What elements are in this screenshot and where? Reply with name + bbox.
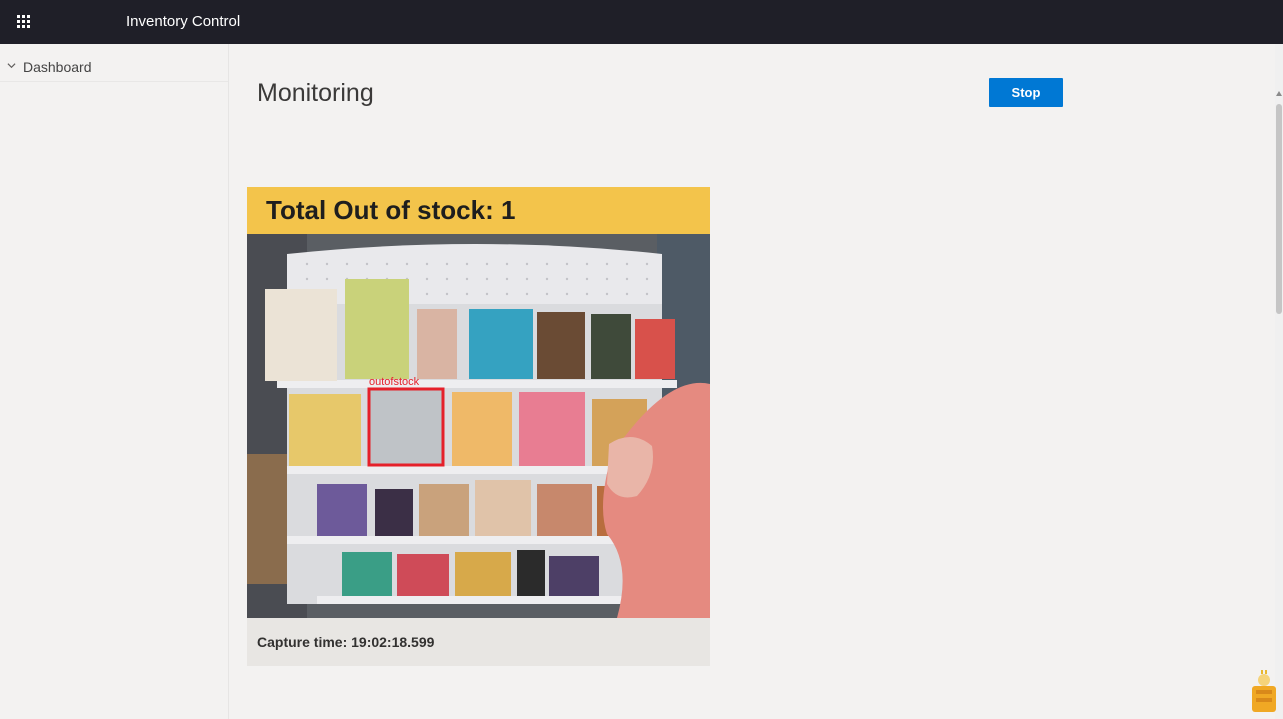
scrollbar-thumb[interactable] xyxy=(1276,104,1282,314)
out-of-stock-count: Total Out of stock: 1 xyxy=(266,195,516,225)
top-bar: Inventory Control xyxy=(0,0,1283,44)
sidebar: Dashboard xyxy=(0,44,229,719)
waffle-icon[interactable] xyxy=(14,12,34,32)
scroll-up-arrow-icon[interactable] xyxy=(1276,91,1282,96)
capture-time-bar: Capture time: 19:02:18.599 xyxy=(247,618,710,666)
detection-label: outofstock xyxy=(369,376,420,388)
out-of-stock-header: Total Out of stock: 1 xyxy=(247,187,710,234)
sidebar-item-dashboard[interactable]: Dashboard xyxy=(0,52,228,82)
vertical-scrollbar[interactable] xyxy=(1275,44,1283,719)
assistant-mascot-icon[interactable] xyxy=(1250,668,1278,714)
monitor-card: Total Out of stock: 1 outofstock Capture… xyxy=(247,187,710,666)
sidebar-item-label: Dashboard xyxy=(23,59,92,75)
capture-time: Capture time: 19:02:18.599 xyxy=(257,634,435,650)
app-title: Inventory Control xyxy=(126,13,241,30)
chevron-down-icon xyxy=(7,63,16,69)
stop-button[interactable]: Stop xyxy=(989,78,1063,107)
camera-feed: outofstock xyxy=(247,234,710,618)
page-title: Monitoring xyxy=(257,79,374,107)
